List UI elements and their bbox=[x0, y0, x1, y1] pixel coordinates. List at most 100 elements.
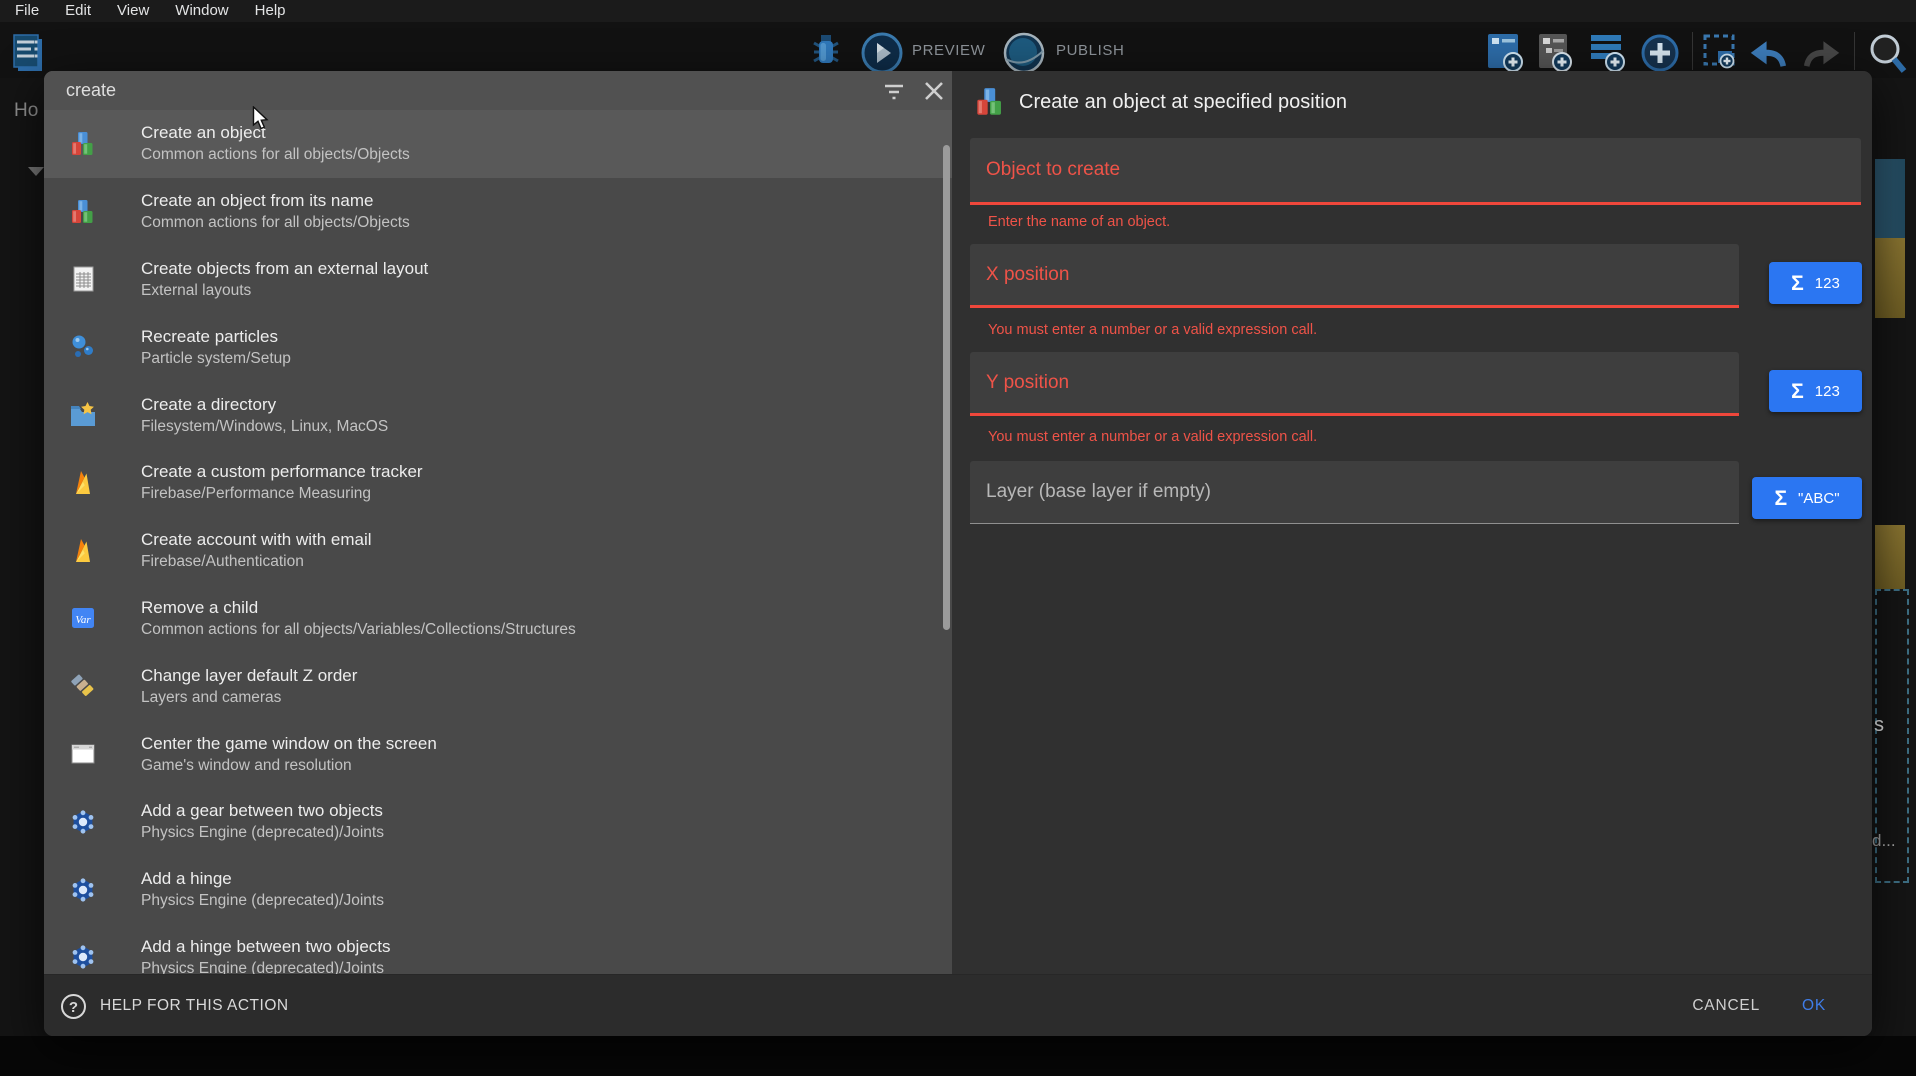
text-fragment: s bbox=[1874, 714, 1884, 737]
action-list-item[interactable]: Create a custom performance trackerFireb… bbox=[44, 449, 952, 517]
action-title: Create account with with email bbox=[141, 528, 372, 551]
action-title: Create an object from its name bbox=[141, 189, 410, 212]
action-group: External layouts bbox=[141, 280, 428, 302]
ok-button[interactable]: OK bbox=[1796, 975, 1832, 1036]
action-list-item[interactable]: Add a gear between two objectsPhysics En… bbox=[44, 788, 952, 856]
action-list-item[interactable]: Center the game window on the screenGame… bbox=[44, 720, 952, 788]
redo-icon[interactable] bbox=[1800, 34, 1842, 73]
action-group: Physics Engine (deprecated)/Joints bbox=[141, 822, 384, 844]
help-button[interactable]: ? HELP FOR THIS ACTION bbox=[60, 975, 289, 1036]
action-title: Change layer default Z order bbox=[141, 664, 357, 687]
window-icon bbox=[70, 741, 96, 767]
variable-icon: Var bbox=[70, 605, 96, 631]
action-list-item[interactable]: Create an object from its nameCommon act… bbox=[44, 178, 952, 246]
action-search-results: Create an objectCommon actions for all o… bbox=[44, 110, 952, 974]
background-bottom bbox=[0, 1036, 1916, 1076]
action-list-item[interactable]: Add a hinge between two objectsPhysics E… bbox=[44, 924, 952, 974]
action-list-item[interactable]: Var Remove a childCommon actions for all … bbox=[44, 585, 952, 653]
menu-view[interactable]: View bbox=[104, 0, 162, 22]
action-group: Physics Engine (deprecated)/Joints bbox=[141, 890, 384, 912]
toolbar: PREVIEW PUBLISH bbox=[0, 22, 1916, 78]
objects-cubes-icon bbox=[70, 199, 96, 225]
action-list-item[interactable]: Create an objectCommon actions for all o… bbox=[44, 110, 952, 178]
x-field-placeholder: X position bbox=[986, 264, 1069, 286]
publish-button[interactable]: PUBLISH bbox=[1056, 22, 1124, 78]
action-group: Common actions for all objects/Variables… bbox=[141, 619, 576, 641]
objects-cubes-icon bbox=[975, 87, 1005, 117]
project-manager-icon[interactable] bbox=[10, 31, 44, 80]
search-icon[interactable] bbox=[1866, 31, 1908, 80]
action-list-item[interactable]: Create account with with emailFirebase/A… bbox=[44, 517, 952, 585]
instruction-editor-dialog: create Create an objectCommon actions fo… bbox=[44, 71, 1872, 1036]
debugger-icon[interactable] bbox=[807, 33, 845, 74]
menu-help[interactable]: Help bbox=[242, 0, 299, 22]
object-field-placeholder: Object to create bbox=[986, 159, 1120, 181]
menu-window[interactable]: Window bbox=[162, 0, 241, 22]
home-tab-fragment: Ho bbox=[14, 100, 38, 122]
sigma-icon: Σ bbox=[1774, 488, 1787, 509]
action-list-item[interactable]: Create a directoryFilesystem/Windows, Li… bbox=[44, 381, 952, 449]
preview-button[interactable]: PREVIEW bbox=[912, 22, 985, 78]
folder-star-icon bbox=[70, 402, 96, 428]
layer-field-placeholder: Layer (base layer if empty) bbox=[986, 481, 1211, 503]
x-expression-builder-button[interactable]: Σ 123 bbox=[1769, 262, 1862, 304]
event-block-gold bbox=[1875, 238, 1905, 318]
search-header: create bbox=[44, 71, 952, 110]
events-sheet-edge: s d... bbox=[1872, 78, 1916, 1076]
action-group: Firebase/Performance Measuring bbox=[141, 483, 423, 505]
toolbar-separator bbox=[1692, 32, 1693, 70]
action-title: Center the game window on the screen bbox=[141, 732, 437, 755]
firebase-icon bbox=[70, 538, 96, 564]
firebase-icon bbox=[70, 470, 96, 496]
action-group: Layers and cameras bbox=[141, 687, 357, 709]
action-list-item[interactable]: Recreate particlesParticle system/Setup bbox=[44, 313, 952, 381]
sigma-icon: Σ bbox=[1791, 381, 1804, 402]
particles-icon bbox=[70, 334, 96, 360]
layer-expression-builder-button[interactable]: Σ "ABC" bbox=[1752, 477, 1862, 519]
x-position-field[interactable]: X position bbox=[970, 244, 1739, 308]
panel-title: Create an object at specified position bbox=[1019, 91, 1347, 114]
y-expression-builder-button[interactable]: Σ 123 bbox=[1769, 370, 1862, 412]
action-list-item[interactable]: Change layer default Z orderLayers and c… bbox=[44, 652, 952, 720]
action-title: Add a gear between two objects bbox=[141, 799, 384, 822]
sigma-icon: Σ bbox=[1791, 273, 1804, 294]
physics-icon bbox=[70, 877, 96, 903]
action-title: Remove a child bbox=[141, 596, 576, 619]
action-title: Add a hinge bbox=[141, 867, 384, 890]
event-block-gold bbox=[1875, 525, 1905, 589]
object-field-helper: Enter the name of an object. bbox=[988, 214, 1170, 230]
action-config-panel: Create an object at specified position O… bbox=[952, 71, 1872, 974]
object-to-create-field[interactable]: Object to create bbox=[970, 138, 1861, 205]
action-group: Firebase/Authentication bbox=[141, 551, 372, 573]
y-field-helper: You must enter a number or a valid expre… bbox=[988, 429, 1317, 445]
menu-bar: FileEditViewWindowHelp bbox=[0, 0, 1916, 22]
filter-icon[interactable] bbox=[882, 79, 906, 103]
y-field-placeholder: Y position bbox=[986, 372, 1069, 394]
dialog-footer: ? HELP FOR THIS ACTION CANCEL OK bbox=[44, 974, 1872, 1036]
action-group: Common actions for all objects/Objects bbox=[141, 144, 410, 166]
action-group: Filesystem/Windows, Linux, MacOS bbox=[141, 416, 388, 438]
svg-text:Var: Var bbox=[75, 614, 91, 626]
svg-text:?: ? bbox=[69, 999, 78, 1016]
action-search-panel: create Create an objectCommon actions fo… bbox=[44, 71, 952, 974]
search-input[interactable]: create bbox=[66, 71, 116, 110]
close-icon[interactable] bbox=[922, 79, 946, 103]
layers-icon bbox=[70, 673, 96, 699]
menu-edit[interactable]: Edit bbox=[52, 0, 104, 22]
list-scrollbar[interactable] bbox=[943, 145, 950, 630]
action-group: Particle system/Setup bbox=[141, 348, 291, 370]
action-list-item[interactable]: Add a hingePhysics Engine (deprecated)/J… bbox=[44, 856, 952, 924]
select-instructions-icon[interactable] bbox=[1702, 33, 1740, 76]
objects-cubes-icon bbox=[70, 131, 96, 157]
layer-field[interactable]: Layer (base layer if empty) bbox=[970, 461, 1739, 524]
cancel-button[interactable]: CANCEL bbox=[1686, 975, 1766, 1036]
dropdown-caret-icon bbox=[28, 167, 44, 176]
help-icon: ? bbox=[60, 993, 87, 1020]
action-list-item[interactable]: Create objects from an external layoutEx… bbox=[44, 246, 952, 314]
action-group: Physics Engine (deprecated)/Joints bbox=[141, 958, 391, 974]
x-field-helper: You must enter a number or a valid expre… bbox=[988, 322, 1317, 338]
menu-file[interactable]: File bbox=[2, 0, 52, 22]
undo-icon[interactable] bbox=[1748, 34, 1790, 73]
y-position-field[interactable]: Y position bbox=[970, 352, 1739, 416]
action-title: Create a directory bbox=[141, 393, 388, 416]
